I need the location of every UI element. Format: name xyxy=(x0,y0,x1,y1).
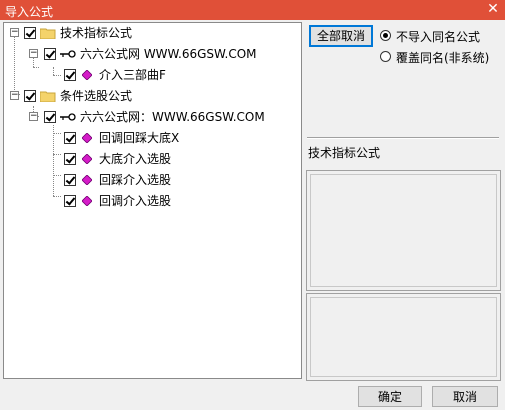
checkbox-checked[interactable] xyxy=(64,174,76,186)
window-title: 导入公式 xyxy=(5,5,54,19)
tree-node-label: 技术指标公式 xyxy=(60,26,133,40)
radio-no-import[interactable] xyxy=(380,30,391,41)
tree-node-label: 回调介入选股 xyxy=(99,194,172,208)
tree-node-label: 回踩介入选股 xyxy=(99,173,172,187)
ok-button[interactable]: 确定 xyxy=(358,386,422,407)
title-bar: 导入公式 ✕ xyxy=(0,0,505,20)
checkbox-checked[interactable] xyxy=(64,132,76,144)
collapse-icon[interactable]: − xyxy=(29,112,38,121)
tree-node-formula[interactable]: 回踩介入选股 xyxy=(8,171,208,189)
tree-node-label: 六六公式网 WWW.66GSW.COM xyxy=(80,47,257,61)
checkbox-checked[interactable] xyxy=(44,111,56,123)
tree-node-formula[interactable]: 介入三部曲F xyxy=(8,66,208,84)
close-button[interactable]: ✕ xyxy=(485,1,501,17)
formula-description-panel xyxy=(306,293,501,381)
radio-no-import-label[interactable]: 不导入同名公式 xyxy=(396,28,480,45)
collapse-icon[interactable]: − xyxy=(29,49,38,58)
tree-node-formula[interactable]: 回调介入选股 xyxy=(8,192,208,210)
tree-node-66gsw-2[interactable]: − 六六公式网：WWW.66GSW.COM xyxy=(8,108,288,126)
tree-node-label: 回调回踩大底X xyxy=(99,131,180,145)
formula-info-panel xyxy=(306,170,501,291)
key-icon xyxy=(60,50,76,58)
tree-node-label: 大底介入选股 xyxy=(99,152,172,166)
import-formula-dialog: 导入公式 ✕ − 技术指标公式 − 六六公式网 WWW.66GSW.COM 介入… xyxy=(0,0,505,410)
tree-node-label: 六六公式网：WWW.66GSW.COM xyxy=(80,110,265,124)
tree-node-66gsw-1[interactable]: − 六六公式网 WWW.66GSW.COM xyxy=(8,45,288,63)
checkbox-checked[interactable] xyxy=(24,27,36,39)
tree-node-label: 介入三部曲F xyxy=(99,68,166,82)
folder-icon xyxy=(40,91,56,102)
tree-node-technical[interactable]: − 技术指标公式 xyxy=(8,24,208,42)
checkbox-checked[interactable] xyxy=(24,90,36,102)
checkbox-checked[interactable] xyxy=(64,153,76,165)
folder-icon xyxy=(40,28,56,39)
checkbox-checked[interactable] xyxy=(64,69,76,81)
formula-gem-icon xyxy=(82,133,92,143)
formula-tree[interactable]: − 技术指标公式 − 六六公式网 WWW.66GSW.COM 介入三部曲F − … xyxy=(3,22,302,379)
collapse-icon[interactable]: − xyxy=(10,91,19,100)
section-label: 技术指标公式 xyxy=(308,146,381,160)
radio-overwrite[interactable] xyxy=(380,51,391,62)
divider xyxy=(307,137,499,139)
key-icon xyxy=(60,113,76,121)
cancel-button[interactable]: 取消 xyxy=(432,386,498,407)
collapse-icon[interactable]: − xyxy=(10,28,19,37)
tree-node-formula[interactable]: 大底介入选股 xyxy=(8,150,208,168)
formula-gem-icon xyxy=(82,70,92,80)
formula-gem-icon xyxy=(82,175,92,185)
tree-node-label: 条件选股公式 xyxy=(60,89,133,103)
tree-node-screening[interactable]: − 条件选股公式 xyxy=(8,87,208,105)
cancel-all-button[interactable]: 全部取消 xyxy=(309,25,373,47)
formula-gem-icon xyxy=(82,196,92,206)
checkbox-checked[interactable] xyxy=(64,195,76,207)
checkbox-checked[interactable] xyxy=(44,48,56,60)
tree-node-formula[interactable]: 回调回踩大底X xyxy=(8,129,208,147)
formula-gem-icon xyxy=(82,154,92,164)
radio-overwrite-label[interactable]: 覆盖同名(非系统) xyxy=(396,49,489,66)
